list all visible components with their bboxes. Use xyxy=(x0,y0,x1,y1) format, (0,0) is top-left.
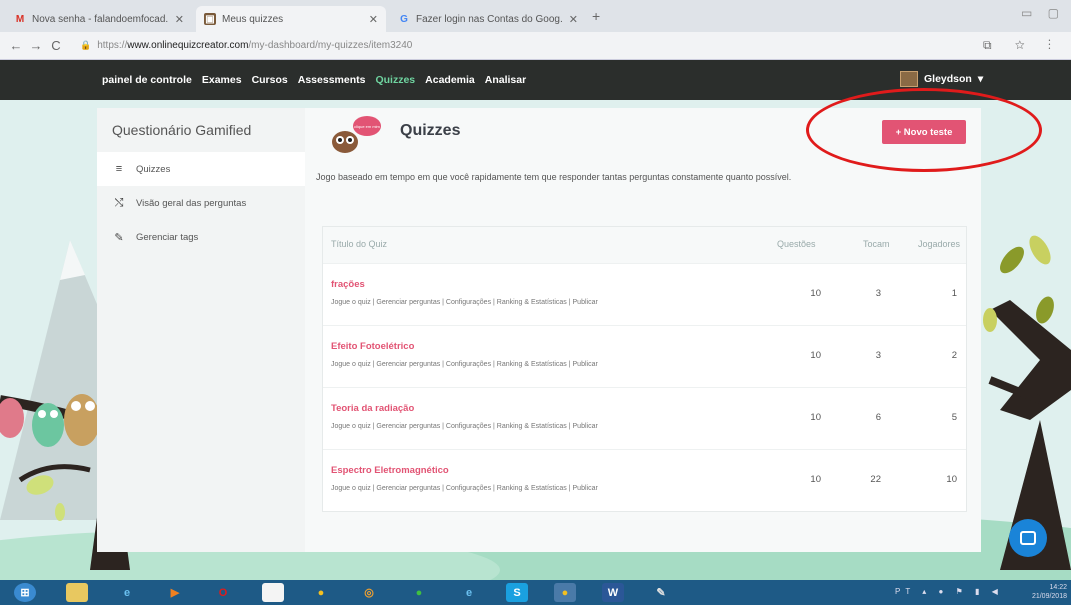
close-icon[interactable]: ✕ xyxy=(569,13,578,26)
mascot-bubble-text: clique em mim xyxy=(354,124,380,129)
col-jogadores: Jogadores xyxy=(918,239,961,249)
shuffle-icon: ⤭ xyxy=(114,196,124,209)
app-icon[interactable]: ◎ xyxy=(358,583,380,602)
quiz-title-link[interactable]: Espectro Eletromagnético xyxy=(331,465,449,476)
quiz-title-link[interactable]: frações xyxy=(331,279,365,290)
quiz-type-description: Jogo baseado em tempo em que você rapida… xyxy=(316,172,792,182)
table-row: Efeito Fotoelétrico Jogue o quiz | Geren… xyxy=(323,325,966,387)
table-row: Espectro Eletromagnético Jogue o quiz | … xyxy=(323,449,966,511)
tocam-count: 6 xyxy=(875,412,881,423)
back-icon[interactable]: ← xyxy=(6,38,26,53)
main-content: clique em mim Quizzes + Novo teste Jogo … xyxy=(305,108,981,552)
col-tocam: Tocam xyxy=(863,239,890,249)
tocam-count: 22 xyxy=(870,474,881,485)
reload-icon[interactable]: C xyxy=(46,38,66,53)
sidebar-title: Questionário Gamified xyxy=(112,122,252,138)
jogadores-count: 2 xyxy=(951,350,957,361)
questoes-count: 10 xyxy=(810,412,821,423)
user-menu[interactable]: Gleydson ▾ xyxy=(900,71,983,87)
nav-quizzes[interactable]: Quizzes xyxy=(375,74,415,86)
col-title: Título do Quiz xyxy=(331,239,388,249)
nav-links: painel de controle Exames Cursos Assessm… xyxy=(102,74,526,86)
quiz-action-links[interactable]: Jogue o quiz | Gerenciar perguntas | Con… xyxy=(331,361,598,368)
url-field[interactable]: 🔒 https://www.onlinequizcreator.com/my-d… xyxy=(80,40,412,51)
jogadores-count: 1 xyxy=(951,288,957,299)
windows-taskbar: ⊞ e ▶ O ● ◎ ● e S ● W ✎ PT ▴ ● ⚑ ▮ ◀ 14:… xyxy=(0,580,1071,605)
skype-icon[interactable]: S xyxy=(506,583,528,602)
jogadores-count: 5 xyxy=(951,412,957,423)
quiz-action-links[interactable]: Jogue o quiz | Gerenciar perguntas | Con… xyxy=(331,423,598,430)
window-controls[interactable]: ▭ ▢ xyxy=(1021,6,1065,20)
new-tab-icon[interactable]: + xyxy=(592,8,600,24)
quiz-title-link[interactable]: Efeito Fotoelétrico xyxy=(331,341,414,352)
questoes-count: 10 xyxy=(810,350,821,361)
tag-icon: ✎ xyxy=(114,231,124,244)
chevron-down-icon: ▾ xyxy=(977,73,984,85)
sidebar-item-visao-geral[interactable]: ⤭ Visão geral das perguntas xyxy=(97,186,305,220)
close-icon[interactable]: ✕ xyxy=(175,13,184,26)
clock[interactable]: 14:22 21/09/2018 xyxy=(1032,583,1067,601)
table-row: Teoria da radiação Jogue o quiz | Gerenc… xyxy=(323,387,966,449)
browser-tab-gmail[interactable]: M Nova senha - falandoemfocad... ✕ xyxy=(6,6,192,32)
sidebar: Questionário Gamified ≡ Quizzes ⤭ Visão … xyxy=(97,108,305,552)
address-bar: ← → C 🔒 https://www.onlinequizcreator.co… xyxy=(0,32,1071,60)
sidebar-item-tags[interactable]: ✎ Gerenciar tags xyxy=(97,220,305,254)
sidebar-item-quizzes[interactable]: ≡ Quizzes xyxy=(97,152,305,186)
start-icon[interactable]: ⊞ xyxy=(14,583,36,602)
quiz-action-links[interactable]: Jogue o quiz | Gerenciar perguntas | Con… xyxy=(331,299,598,306)
annotation-circle xyxy=(806,88,1042,172)
browser-tab-google-login[interactable]: G Fazer login nas Contas do Goog... ✕ xyxy=(390,6,586,32)
document-icon[interactable] xyxy=(262,583,284,602)
jogadores-count: 10 xyxy=(946,474,957,485)
quiz-title-link[interactable]: Teoria da radiação xyxy=(331,403,414,414)
word-icon[interactable]: W xyxy=(602,583,624,602)
edge-icon[interactable]: e xyxy=(458,583,480,602)
nav-cursos[interactable]: Cursos xyxy=(252,74,288,86)
lock-icon: 🔒 xyxy=(80,40,92,50)
table-row: frações Jogue o quiz | Gerenciar pergunt… xyxy=(323,263,966,325)
table-header: Título do Quiz Questões Tocam Jogadores xyxy=(323,227,966,263)
toolbar-icons[interactable]: ⧉ ☆ ⋮ xyxy=(983,38,1061,53)
tocam-count: 3 xyxy=(875,350,881,361)
chat-support-button[interactable] xyxy=(1009,519,1047,557)
nav-assessments[interactable]: Assessments xyxy=(298,74,366,86)
browser-tab-bar: M Nova senha - falandoemfocad... ✕ ▣ Meu… xyxy=(0,0,1071,32)
paint-icon[interactable]: ✎ xyxy=(650,583,672,602)
col-questoes: Questões xyxy=(777,239,816,249)
google-icon: G xyxy=(400,13,408,25)
browser-tab-meus-quizzes[interactable]: ▣ Meus quizzes ✕ xyxy=(196,6,386,32)
forward-icon[interactable]: → xyxy=(26,38,46,53)
quizzes-table: Título do Quiz Questões Tocam Jogadores … xyxy=(322,226,967,512)
questoes-count: 10 xyxy=(810,288,821,299)
close-icon[interactable]: ✕ xyxy=(369,13,378,26)
ie-icon[interactable]: e xyxy=(116,583,138,602)
system-tray-icons[interactable]: PT ▴ ● ⚑ ▮ ◀ xyxy=(895,587,1003,596)
quiz-icon: ▣ xyxy=(204,13,216,25)
tocam-count: 3 xyxy=(875,288,881,299)
media-icon[interactable]: ▶ xyxy=(164,583,186,602)
nav-academia[interactable]: Academia xyxy=(425,74,475,86)
owl-mascot-icon[interactable]: clique em mim xyxy=(327,114,381,154)
nav-analisar[interactable]: Analisar xyxy=(485,74,526,86)
chat-icon xyxy=(1020,531,1036,545)
questoes-count: 10 xyxy=(810,474,821,485)
opera-icon[interactable]: O xyxy=(212,583,234,602)
gmail-icon: M xyxy=(15,13,25,25)
chrome-active-icon[interactable]: ● xyxy=(554,583,576,602)
page-title: Quizzes xyxy=(400,122,461,139)
file-explorer-icon[interactable] xyxy=(66,583,88,602)
nav-painel[interactable]: painel de controle xyxy=(102,74,192,86)
list-icon: ≡ xyxy=(115,163,123,175)
avatar xyxy=(900,71,918,87)
quiz-action-links[interactable]: Jogue o quiz | Gerenciar perguntas | Con… xyxy=(331,485,598,492)
green-app-icon[interactable]: ● xyxy=(408,583,430,602)
chrome-icon[interactable]: ● xyxy=(310,583,332,602)
nav-exames[interactable]: Exames xyxy=(202,74,242,86)
